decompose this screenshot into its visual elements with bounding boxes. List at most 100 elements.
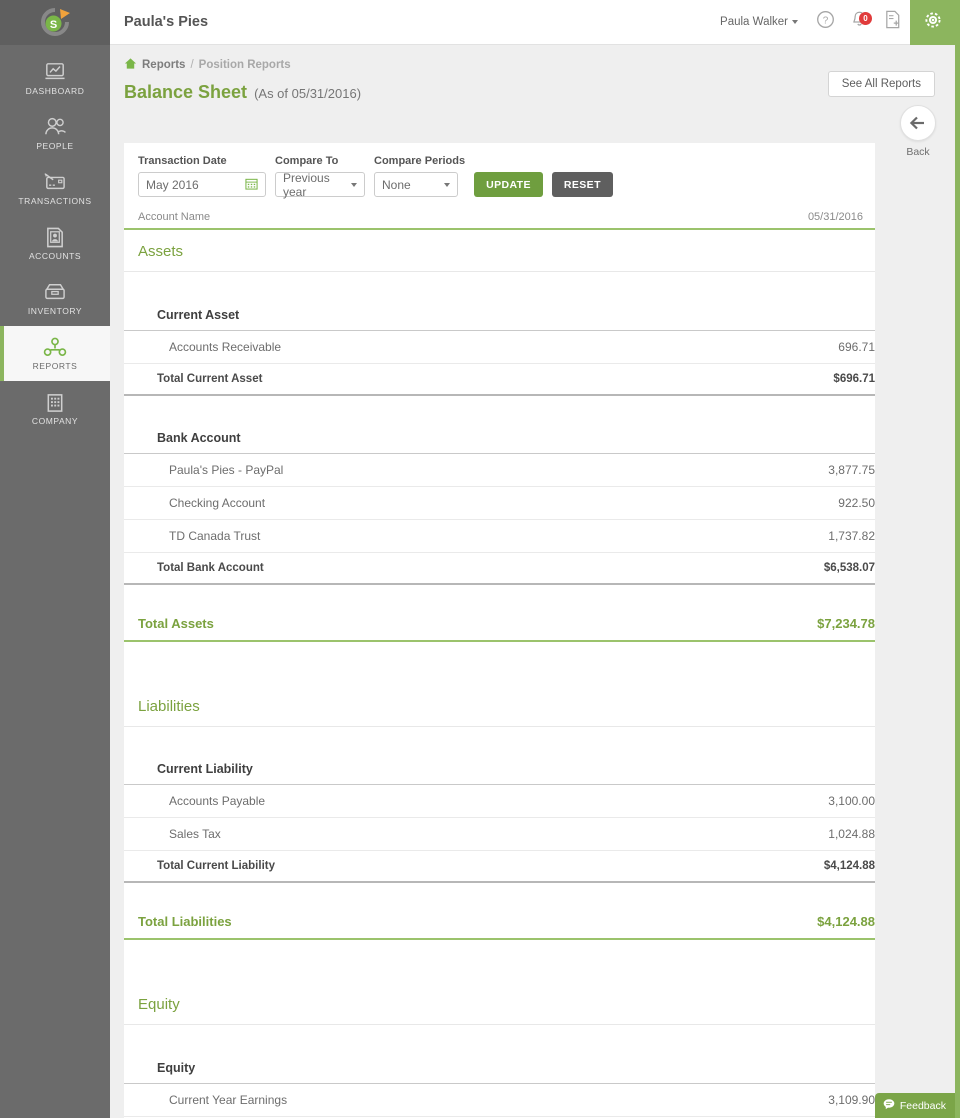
sidebar-item-label: INVENTORY [28,306,82,316]
row-value [656,417,875,454]
row-value [656,1047,875,1084]
sidebar-item-company[interactable]: COMPANY [0,381,110,436]
breadcrumb-current: Position Reports [199,59,291,71]
notifications-button[interactable]: 0 [842,0,876,45]
transactions-icon [43,171,67,193]
spacer-row [124,663,875,685]
section-row: Liabilities [124,685,875,727]
account-row[interactable]: Accounts Receivable696.71 [124,330,875,363]
row-value: $6,538.07 [656,552,875,584]
page-header: Balance Sheet (As of 05/31/2016) See All… [110,73,955,103]
app-logo[interactable]: S [0,0,110,45]
spacer-row [124,641,875,663]
report-card: Transaction Date May 2016 [124,143,875,1118]
row-value: 3,109.90 [656,1083,875,1116]
row-value: $4,124.88 [656,851,875,883]
row-value [656,229,875,272]
sidebar-item-label: PEOPLE [36,141,73,151]
row-label: Current Year Earnings [124,1083,656,1116]
page-title: Balance Sheet [124,82,247,103]
inventory-icon [43,281,67,303]
account-row[interactable]: TD Canada Trust1,737.82 [124,519,875,552]
sidebar-item-accounts[interactable]: ACCOUNTS [0,216,110,271]
row-label: Accounts Payable [124,785,656,818]
settings-button[interactable] [910,0,955,45]
subtotal-row: Total Current Asset$696.71 [124,363,875,395]
row-label: Equity [124,1047,656,1084]
reset-button[interactable]: RESET [552,172,613,197]
top-bar: Paula's Pies Paula Walker ? [110,0,955,45]
reports-icon [43,336,67,358]
sidebar-item-label: DASHBOARD [26,86,85,96]
spacer-row [124,395,875,417]
spacer-row [124,939,875,961]
sidebar-item-reports[interactable]: REPORTS [0,326,110,381]
spacer-row [124,1025,875,1047]
row-label: Current Asset [124,294,656,331]
sidebar-item-people[interactable]: PEOPLE [0,106,110,161]
sidebar-item-dashboard[interactable]: DASHBOARD [0,51,110,106]
notification-count-badge: 0 [859,12,872,25]
question-mark-circle-icon: ? [816,10,835,34]
balance-sheet-table: Account Name05/31/2016AssetsCurrent Asse… [124,209,875,1118]
arrow-left-icon [900,105,936,141]
see-all-reports-button[interactable]: See All Reports [828,71,935,97]
dashboard-icon [44,61,66,83]
sidebar-item-inventory[interactable]: INVENTORY [0,271,110,326]
account-row[interactable]: Paula's Pies - PayPal3,877.75 [124,453,875,486]
help-button[interactable]: ? [808,0,842,45]
row-value: 922.50 [656,486,875,519]
account-row[interactable]: Accounts Payable3,100.00 [124,785,875,818]
row-label: Total Current Liability [124,851,656,883]
sidebar-nav: DASHBOARD PEOPLE [0,45,110,436]
spacer-row [124,726,875,748]
back-button[interactable]: Back [887,105,949,158]
sidebar-item-label: ACCOUNTS [29,251,81,261]
filter-bar: Transaction Date May 2016 [124,155,875,209]
row-value [656,983,875,1025]
sidebar-item-label: TRANSACTIONS [18,196,91,206]
user-menu[interactable]: Paula Walker [710,16,808,28]
account-row[interactable]: Sales Tax1,024.88 [124,818,875,851]
content-area: Reports / Position Reports Balance Sheet… [110,45,955,1118]
sidebar: S DASHBOARD [0,0,110,1118]
account-row[interactable]: Current Year Earnings3,109.90 [124,1083,875,1116]
gear-icon [921,8,945,37]
row-value: 696.71 [656,330,875,363]
feedback-button[interactable]: Feedback [875,1093,955,1118]
calendar-icon[interactable] [245,177,258,193]
new-document-button[interactable] [876,0,910,45]
total-row: Total Liabilities$4,124.88 [124,904,875,939]
slickpie-logo-icon: S [38,6,72,40]
home-icon[interactable] [124,57,137,73]
spacer-cell [124,882,875,904]
spacer-cell [124,961,875,983]
spacer-cell [124,939,875,961]
spacer-row [124,272,875,294]
spacer-cell [124,726,875,748]
company-title: Paula's Pies [124,14,208,30]
row-label: Current Liability [124,748,656,785]
row-value: 3,100.00 [656,785,875,818]
row-label: Sales Tax [124,818,656,851]
sidebar-item-transactions[interactable]: TRANSACTIONS [0,161,110,216]
row-value: 1,024.88 [656,818,875,851]
row-label: Total Bank Account [124,552,656,584]
chevron-down-icon [351,183,357,187]
row-value: 3,877.75 [656,453,875,486]
row-label: Checking Account [124,486,656,519]
transaction-date-input[interactable]: May 2016 [138,172,266,197]
breadcrumb-root[interactable]: Reports [142,59,185,71]
update-button[interactable]: UPDATE [474,172,543,197]
compare-to-select[interactable]: Previous year [275,172,365,197]
company-icon [45,391,65,413]
transaction-date-group: Transaction Date May 2016 [138,155,266,197]
chevron-down-icon [444,183,450,187]
compare-to-value: Previous year [283,171,351,199]
compare-periods-select[interactable]: None [374,172,458,197]
svg-text:S: S [50,19,57,31]
svg-text:?: ? [822,15,828,26]
account-row[interactable]: Checking Account922.50 [124,486,875,519]
row-value [656,685,875,727]
column-header-account-name: Account Name [124,209,656,229]
